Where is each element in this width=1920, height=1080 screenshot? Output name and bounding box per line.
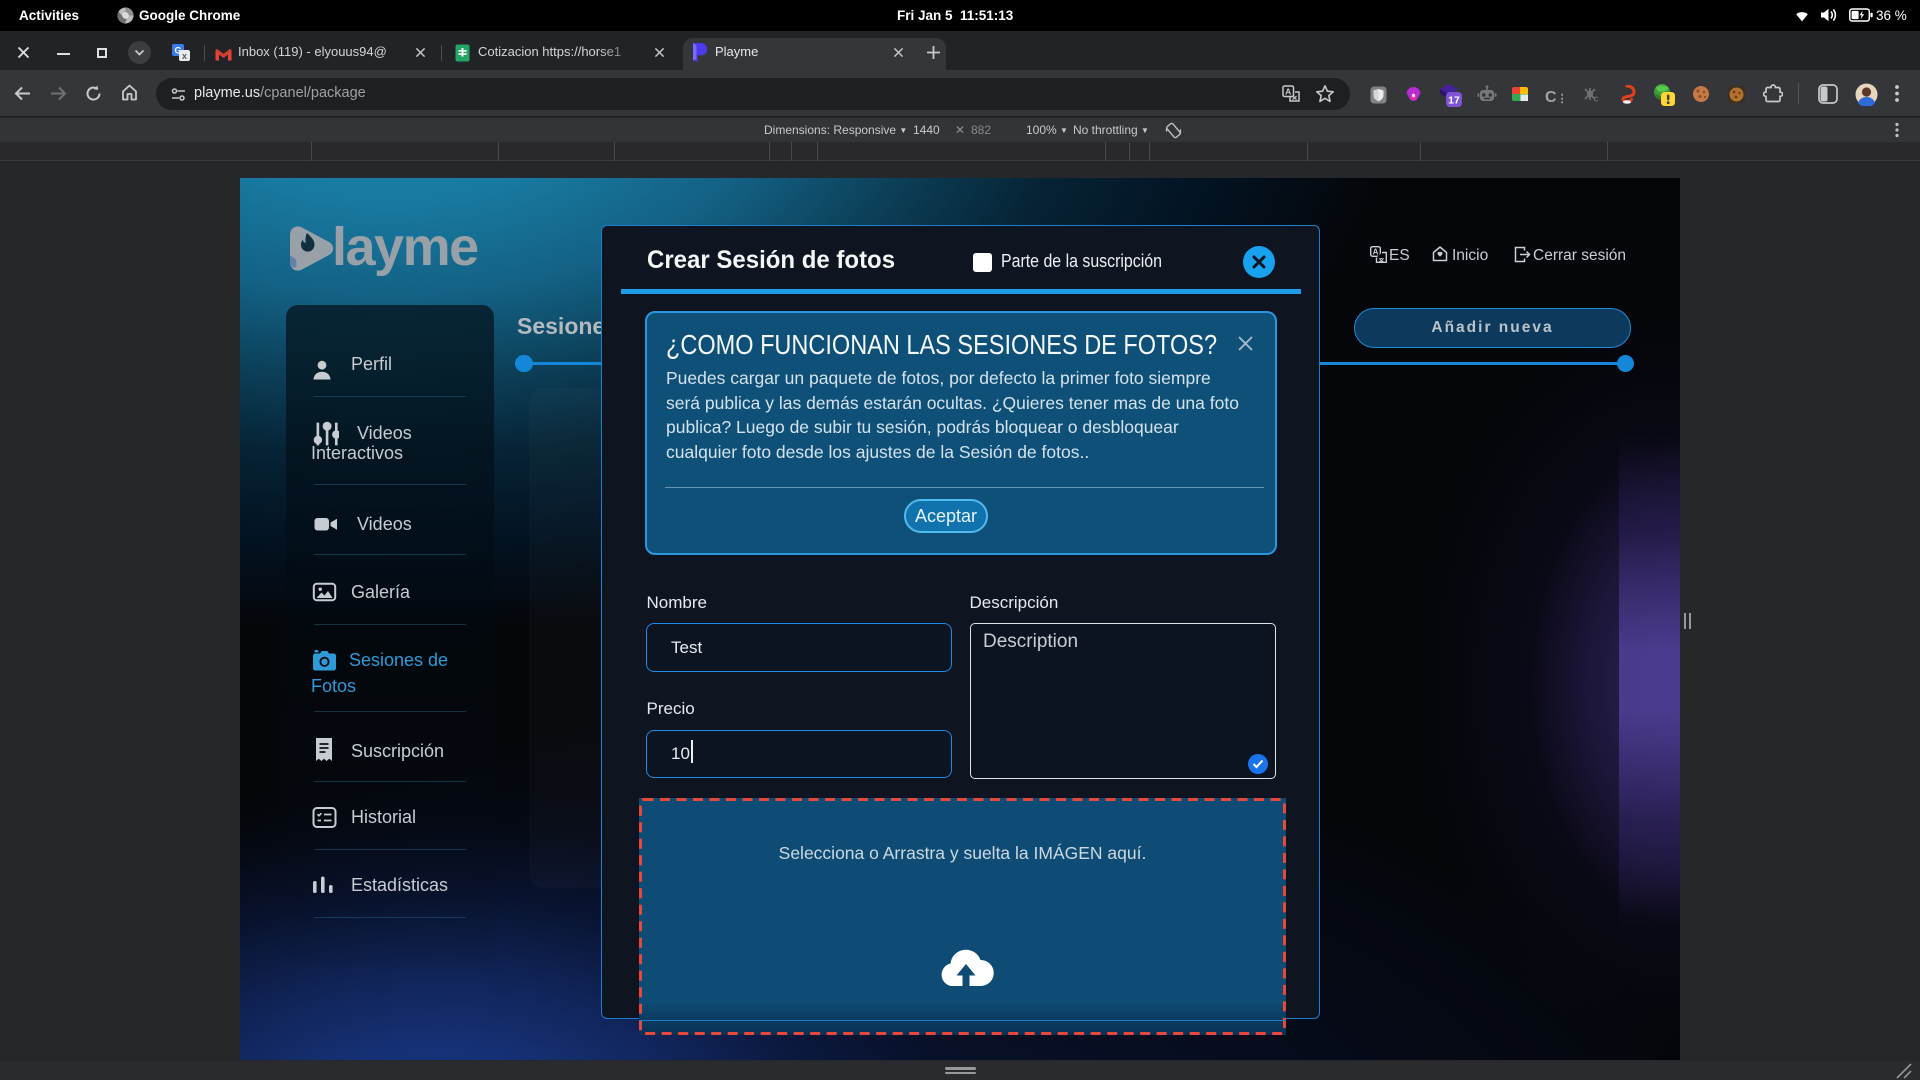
svg-text:17: 17 <box>1448 95 1460 107</box>
svg-text:C: C <box>1594 97 1599 104</box>
svg-text:layme: layme <box>332 220 478 277</box>
svg-text:A: A <box>1285 87 1291 97</box>
svg-text:x: x <box>182 51 187 61</box>
svg-text:A: A <box>1373 248 1379 257</box>
